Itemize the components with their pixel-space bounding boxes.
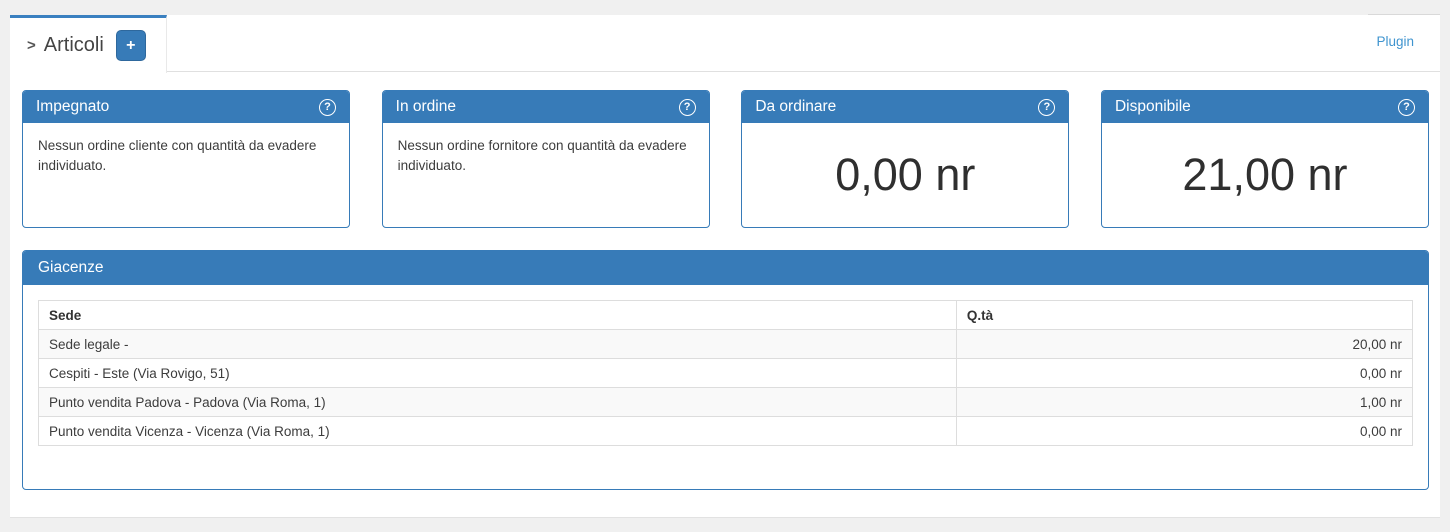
column-header-qta: Q.tà [956, 301, 1412, 330]
tab-bar: > Articoli + Plugin [10, 15, 1440, 72]
panel-da-ordinare-value: 0,00 nr [742, 123, 1068, 227]
column-header-sede: Sede [39, 301, 957, 330]
main-content-panel: > Articoli + Plugin Impegnato ? Nessun o… [10, 15, 1440, 518]
panel-impegnato-message: Nessun ordine cliente con quantità da ev… [23, 123, 349, 227]
stock-table: Sede Q.tà Sede legale - 20,00 nr Cespiti… [38, 300, 1413, 446]
table-row: Punto vendita Vicenza - Vicenza (Via Rom… [39, 417, 1413, 446]
tab-articoli[interactable]: > Articoli + [10, 15, 167, 73]
help-icon[interactable]: ? [679, 99, 696, 116]
cell-sede: Punto vendita Padova - Padova (Via Roma,… [39, 388, 957, 417]
cell-sede: Punto vendita Vicenza - Vicenza (Via Rom… [39, 417, 957, 446]
cell-qta: 20,00 nr [956, 330, 1412, 359]
panel-disponibile: Disponibile ? 21,00 nr [1101, 90, 1429, 228]
panel-in-ordine: In ordine ? Nessun ordine fornitore con … [382, 90, 710, 228]
cell-qta: 0,00 nr [956, 359, 1412, 388]
summary-panels-row: Impegnato ? Nessun ordine cliente con qu… [22, 90, 1429, 228]
panel-impegnato-header: Impegnato ? [23, 91, 349, 123]
panel-da-ordinare: Da ordinare ? 0,00 nr [741, 90, 1069, 228]
tab-articoli-label: Articoli [44, 34, 104, 57]
panel-in-ordine-title: In ordine [396, 98, 456, 116]
panel-giacenze-title: Giacenze [38, 259, 103, 277]
panel-da-ordinare-title: Da ordinare [755, 98, 836, 116]
panel-disponibile-header: Disponibile ? [1102, 91, 1428, 123]
table-row: Cespiti - Este (Via Rovigo, 51) 0,00 nr [39, 359, 1413, 388]
cell-qta: 1,00 nr [956, 388, 1412, 417]
table-row: Punto vendita Padova - Padova (Via Roma,… [39, 388, 1413, 417]
cell-sede: Sede legale - [39, 330, 957, 359]
help-icon[interactable]: ? [1398, 99, 1415, 116]
chevron-right-icon: > [27, 37, 36, 54]
panel-in-ordine-header: In ordine ? [383, 91, 709, 123]
stock-table-header-row: Sede Q.tà [39, 301, 1413, 330]
help-icon[interactable]: ? [1038, 99, 1055, 116]
add-tab-button[interactable]: + [116, 30, 146, 61]
panel-impegnato: Impegnato ? Nessun ordine cliente con qu… [22, 90, 350, 228]
cell-sede: Cespiti - Este (Via Rovigo, 51) [39, 359, 957, 388]
help-icon[interactable]: ? [319, 99, 336, 116]
table-row: Sede legale - 20,00 nr [39, 330, 1413, 359]
panel-disponibile-value: 21,00 nr [1102, 123, 1428, 227]
panel-in-ordine-message: Nessun ordine fornitore con quantità da … [383, 123, 709, 227]
plugin-link[interactable]: Plugin [1376, 34, 1414, 49]
panel-giacenze-header: Giacenze [23, 251, 1428, 285]
panel-disponibile-title: Disponibile [1115, 98, 1191, 116]
cell-qta: 0,00 nr [956, 417, 1412, 446]
panel-giacenze: Giacenze Sede Q.tà Sede legale - 20,00 n… [22, 250, 1429, 490]
panel-impegnato-title: Impegnato [36, 98, 109, 116]
panel-giacenze-body: Sede Q.tà Sede legale - 20,00 nr Cespiti… [23, 285, 1428, 489]
panel-da-ordinare-header: Da ordinare ? [742, 91, 1068, 123]
